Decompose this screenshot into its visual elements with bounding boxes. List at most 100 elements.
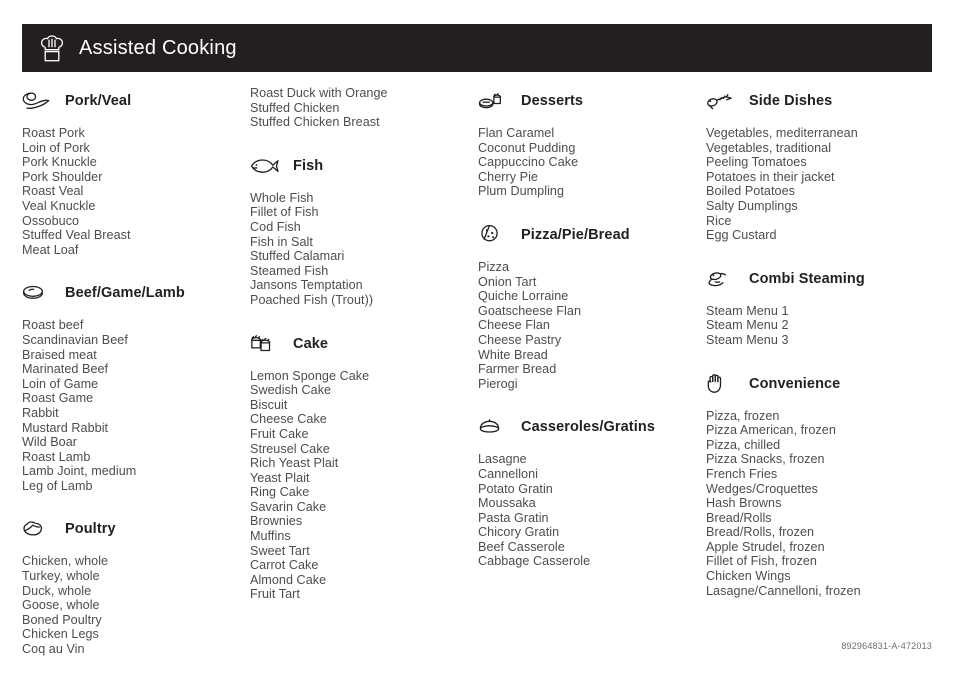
list-item: Fruit Tart [250,587,300,602]
list-item: Pierogi [478,376,518,391]
list-item: Ossobuco [22,213,80,228]
list-item: Carrot Cake [250,558,319,573]
list-item: Roast Lamb [22,449,91,464]
list-item: Coq au Vin [22,642,85,657]
list-item: Goose, whole [22,598,100,613]
category-title: Combi Steaming [749,270,865,287]
list-item: Stuffed Chicken [250,100,340,115]
category-item-list: Pizza Onion Tart Quiche Lorraine Goatsch… [478,260,674,391]
ham-icon [22,88,52,114]
category-item-list: Pizza, frozen Pizza American, frozen Piz… [706,409,924,599]
list-item: Duck, whole [22,583,92,598]
category-item-list: Roast beef Scandinavian Beef Braised mea… [22,318,218,493]
list-item: Lasagne/Cannelloni, frozen [706,583,861,598]
list-item: Pizza, chilled [706,437,781,452]
cake-icon [250,331,280,357]
list-item: Brownies [250,514,303,529]
list-item: Pasta Gratin [478,510,549,525]
list-item: Cherry Pie [478,169,538,184]
page-title: Assisted Cooking [79,36,237,59]
category-columns: Pork/Veal Roast Pork Loin of Pork Pork K… [0,86,954,656]
list-item: Muffins [250,529,291,544]
list-item: Fish in Salt [250,234,313,249]
category-header: Convenience [706,369,924,399]
list-item: Pork Shoulder [22,169,103,184]
list-item: Flan Caramel [478,126,555,140]
category-title: Casseroles/Gratins [521,419,655,436]
category-header: Side Dishes [706,86,924,116]
list-item: Lasagne [478,452,527,467]
list-item: Wild Boar [22,435,78,450]
category-item-list: Steam Menu 1 Steam Menu 2 Steam Menu 3 [706,304,924,348]
category-item-list: Whole Fish Fillet of Fish Cod Fish Fish … [250,191,446,308]
list-item: Potatoes in their jacket [706,169,835,184]
category-title: Fish [293,157,324,174]
list-item: Swedish Cake [250,383,332,398]
list-item: Steam Menu 2 [706,318,789,333]
list-item: Whole Fish [250,190,314,205]
list-item: Braised meat [22,347,97,362]
list-item: Vegetables, mediterranean [706,126,858,140]
category-header: Pizza/Pie/Bread [478,220,674,250]
list-item: Poached Fish (Trout)) [250,292,374,307]
list-item: Rabbit [22,405,59,420]
list-item: Cheese Flan [478,318,550,333]
list-item: Quiche Lorraine [478,289,569,304]
list-item: French Fries [706,466,778,481]
list-item: Loin of Game [22,376,99,391]
list-item: Lamb Joint, medium [22,464,137,479]
list-item: Cheese Cake [250,412,327,427]
category-title: Side Dishes [749,93,833,109]
list-item: Pizza American, frozen [706,423,836,438]
list-item: Roast Game [22,391,94,406]
category-desserts: Desserts Flan Caramel Coconut Pudding Ca… [478,86,674,199]
list-item: Bread/Rolls, frozen [706,525,815,540]
list-item: Cheese Pastry [478,332,562,347]
list-item: Egg Custard [706,228,777,243]
list-item: Pork Knuckle [22,155,97,170]
list-item: Boned Poultry [22,612,102,627]
category-header: Combi Steaming [706,264,924,294]
list-item: Pizza Snacks, frozen [706,452,825,467]
list-item: Savarin Cake [250,499,327,514]
list-item: Roast Veal [22,184,84,199]
list-item: Roast Pork [22,126,85,140]
list-item: Loin of Pork [22,140,90,155]
list-item: Coconut Pudding [478,140,576,155]
list-item: Lemon Sponge Cake [250,368,370,383]
list-item: Almond Cake [250,572,327,587]
category-header: Casseroles/Gratins [478,412,674,442]
category-item-list: Roast Pork Loin of Pork Pork Knuckle Por… [22,126,218,257]
list-item: Onion Tart [478,274,537,289]
list-item: Apple Strudel, frozen [706,539,825,554]
list-item: Marinated Beef [22,362,109,377]
category-cake: Cake Lemon Sponge Cake Swedish Cake Bisc… [250,329,446,603]
steam-pot-icon [706,266,736,292]
list-item: Biscuit [250,397,288,412]
list-item: Stuffed Veal Breast [22,228,131,243]
category-item-list: Chicken, whole Turkey, whole Duck, whole… [22,554,218,656]
category-header: Cake [250,329,446,359]
list-item: Jansons Temptation [250,278,363,293]
list-item: Ring Cake [250,485,310,500]
list-item: Chicory Gratin [478,525,560,540]
list-item: Streusel Cake [250,441,330,456]
column-2: Roast Duck with Orange Stuffed Chicken S… [228,86,456,646]
dessert-icon [478,88,508,114]
list-item: Meat Loaf [22,242,79,257]
list-item: Roast beef [22,318,84,333]
category-fish: Fish Whole Fish Fillet of Fish Cod Fish … [250,151,446,308]
asparagus-icon [706,88,736,114]
category-pizza-pie-bread: Pizza/Pie/Bread Pizza Onion Tart Quiche … [478,220,674,391]
category-item-list: Lemon Sponge Cake Swedish Cake Biscuit C… [250,369,446,603]
category-item-list: Vegetables, mediterranean Vegetables, tr… [706,126,924,243]
category-beef-game-lamb: Beef/Game/Lamb Roast beef Scandinavian B… [22,278,218,493]
list-item: Fillet of Fish [250,205,319,220]
category-convenience: Convenience Pizza, frozen Pizza American… [706,369,924,599]
list-item: Pizza, frozen [706,408,780,423]
category-title: Convenience [749,375,841,392]
list-item: Moussaka [478,496,536,511]
document-code: 892964831-A-472013 [841,641,932,651]
list-item: White Bread [478,347,548,362]
list-item: Scandinavian Beef [22,332,128,347]
